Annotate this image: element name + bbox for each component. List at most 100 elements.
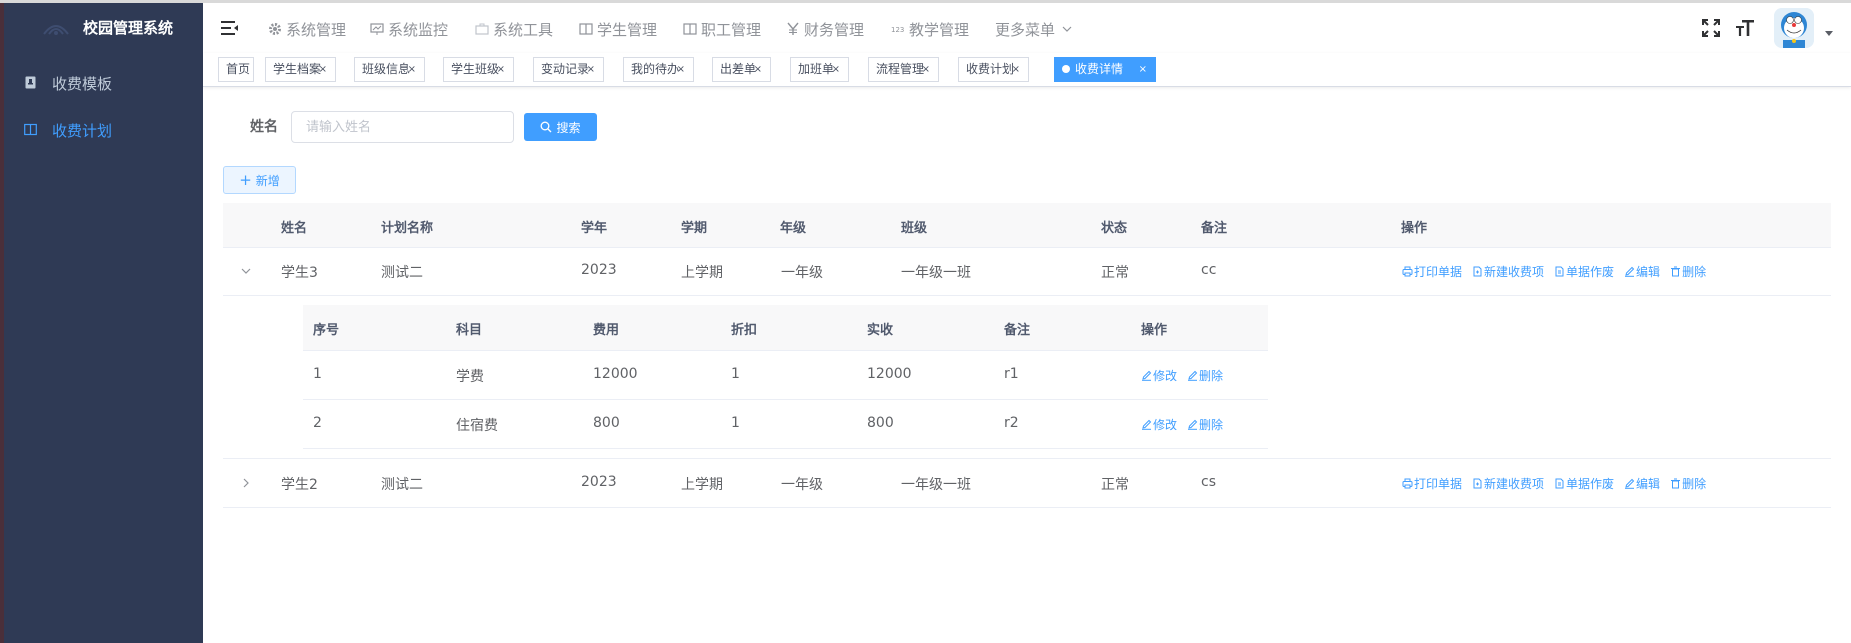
nav-staff-management[interactable]: 职工管理 xyxy=(683,17,761,41)
close-icon[interactable]: × xyxy=(754,58,762,81)
book-icon xyxy=(683,23,697,35)
edit-button[interactable]: 编辑 xyxy=(1624,475,1660,492)
trash-icon xyxy=(1671,266,1681,277)
cell-discount: 1 xyxy=(731,366,740,382)
tag-label: 首页 xyxy=(226,62,251,76)
nav-label: 系统工具 xyxy=(493,20,554,39)
tag-business-trip[interactable]: 出差单 × xyxy=(712,57,771,82)
tag-fee-detail[interactable]: 收费详情 × xyxy=(1054,57,1156,82)
table-header: 姓名 计划名称 学年 学期 年级 班级 状态 备注 操作 xyxy=(223,203,1831,248)
print-receipt-button[interactable]: 打印单据 xyxy=(1402,263,1462,280)
nav-finance-management[interactable]: 财务管理 xyxy=(786,17,864,41)
tag-fee-plan[interactable]: 收费计划 × xyxy=(958,57,1029,82)
avatar[interactable] xyxy=(1774,8,1814,48)
trash-icon xyxy=(1671,478,1681,489)
tag-label: 收费计划 xyxy=(966,62,1015,76)
tag-change-log[interactable]: 变动记录 × xyxy=(533,57,604,82)
edit-icon xyxy=(1188,370,1198,381)
sidebar-item-fee-plan[interactable]: 收费计划 xyxy=(4,105,203,157)
close-icon[interactable]: × xyxy=(832,58,840,81)
close-icon[interactable]: × xyxy=(922,58,930,81)
search-name-input[interactable] xyxy=(291,111,514,143)
modify-button[interactable]: 修改 xyxy=(1141,367,1177,384)
delete-button[interactable]: 删除 xyxy=(1670,475,1706,492)
search-button-label: 搜索 xyxy=(556,120,581,135)
nav-student-management[interactable]: 学生管理 xyxy=(579,17,657,41)
edit-icon xyxy=(1625,478,1635,489)
book-icon xyxy=(24,123,37,136)
nav-label: 教学管理 xyxy=(909,20,970,39)
subtable-header: 序号 科目 费用 折扣 实收 备注 操作 xyxy=(303,305,1268,351)
nav-more-menu[interactable]: 更多菜单 xyxy=(995,17,1077,41)
edit-icon xyxy=(1142,370,1152,381)
delete-button[interactable]: 删除 xyxy=(1187,367,1223,384)
cell-class: 一年级一班 xyxy=(901,265,971,281)
tag-student-archive[interactable]: 学生档案 × xyxy=(265,57,336,82)
new-fee-item-button[interactable]: 新建收费项 xyxy=(1472,475,1544,492)
nav-system-management[interactable]: 系统管理 xyxy=(268,17,346,41)
cell-name: 学生2 xyxy=(281,477,318,493)
caret-down-icon[interactable] xyxy=(1825,31,1833,36)
col-header: 备注 xyxy=(1201,221,1228,236)
cell-status: 正常 xyxy=(1101,477,1129,493)
cell-year: 2023 xyxy=(581,474,617,490)
modify-button[interactable]: 修改 xyxy=(1141,416,1177,433)
tag-overtime[interactable]: 加班单 × xyxy=(790,57,849,82)
delete-button[interactable]: 删除 xyxy=(1187,416,1223,433)
cell-fee: 12000 xyxy=(593,366,638,382)
nav-label: 系统管理 xyxy=(286,20,347,39)
cell-discount: 1 xyxy=(731,415,740,431)
col-header: 科目 xyxy=(456,323,483,338)
edit-icon xyxy=(1625,266,1635,277)
close-icon[interactable]: × xyxy=(587,58,595,81)
plus-icon: + xyxy=(239,171,252,189)
void-receipt-button[interactable]: 单据作废 xyxy=(1554,263,1614,280)
nav-system-tools[interactable]: 系统工具 xyxy=(475,17,553,41)
nav-teaching-management[interactable]: 123 教学管理 xyxy=(891,17,969,41)
tag-home[interactable]: 首页 xyxy=(218,57,254,82)
tag-student-class[interactable]: 学生班级 × xyxy=(443,57,514,82)
void-receipt-button[interactable]: 单据作废 xyxy=(1554,475,1614,492)
search-button[interactable]: 搜索 xyxy=(524,113,597,141)
tag-process-management[interactable]: 流程管理 × xyxy=(868,57,939,82)
print-receipt-button[interactable]: 打印单据 xyxy=(1402,475,1462,492)
close-icon[interactable]: × xyxy=(408,58,416,81)
col-header: 学年 xyxy=(581,221,608,236)
chevron-right-icon[interactable] xyxy=(239,476,253,490)
col-header: 折扣 xyxy=(731,323,758,338)
close-icon[interactable]: × xyxy=(677,58,685,81)
close-icon[interactable]: × xyxy=(1012,58,1020,81)
font-size-icon[interactable] xyxy=(1735,18,1755,38)
action-label: 单据作废 xyxy=(1566,265,1615,279)
col-header: 班级 xyxy=(901,221,928,236)
tags-view: 首页 学生档案 × 班级信息 × 学生班级 × 变动记录 × 我的待办 × 出差单 × 加班… xyxy=(203,53,1851,87)
tag-label: 加班单 xyxy=(798,62,835,76)
tag-class-info[interactable]: 班级信息 × xyxy=(354,57,425,82)
action-label: 新建收费项 xyxy=(1484,477,1545,491)
sidebar-item-fee-template[interactable]: 收费模板 xyxy=(4,58,203,110)
hamburger-icon[interactable] xyxy=(221,20,239,36)
toolbox-icon xyxy=(475,23,489,35)
close-icon[interactable]: × xyxy=(497,58,505,81)
nav-system-monitor[interactable]: 系统监控 xyxy=(370,17,448,41)
svg-text:123: 123 xyxy=(891,26,904,34)
cell-note: r2 xyxy=(1004,415,1019,431)
close-icon[interactable]: × xyxy=(1139,58,1147,81)
close-icon[interactable]: × xyxy=(319,58,327,81)
cell-status: 正常 xyxy=(1101,265,1129,281)
new-fee-item-button[interactable]: 新建收费项 xyxy=(1472,263,1544,280)
row-actions: 打印单据 新建收费项 单据作废 编辑 删除 xyxy=(1402,475,1716,492)
cell-name: 学生3 xyxy=(281,265,318,281)
add-button[interactable]: + 新增 xyxy=(223,166,296,194)
nav-label: 更多菜单 xyxy=(995,20,1056,39)
cell-subject: 学费 xyxy=(456,369,484,385)
subtable-row: 2 住宿费 800 1 800 r2 修改 删除 xyxy=(303,400,1268,449)
delete-button[interactable]: 删除 xyxy=(1670,263,1706,280)
monitor-icon xyxy=(370,23,384,35)
edit-button[interactable]: 编辑 xyxy=(1624,263,1660,280)
fullscreen-icon[interactable] xyxy=(1701,18,1721,38)
chevron-down-icon[interactable] xyxy=(239,264,253,278)
edit-icon xyxy=(1142,419,1152,430)
tag-my-todo[interactable]: 我的待办 × xyxy=(623,57,694,82)
subtable-row: 1 学费 12000 1 12000 r1 修改 删除 xyxy=(303,351,1268,400)
